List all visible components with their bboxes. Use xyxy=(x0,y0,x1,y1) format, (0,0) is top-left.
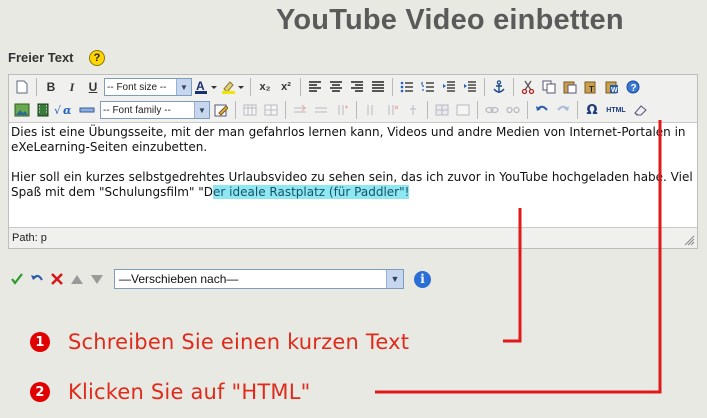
callout-line-1 xyxy=(503,208,522,343)
callout-line-2 xyxy=(375,120,662,394)
annotation-callout-lines xyxy=(375,120,662,394)
